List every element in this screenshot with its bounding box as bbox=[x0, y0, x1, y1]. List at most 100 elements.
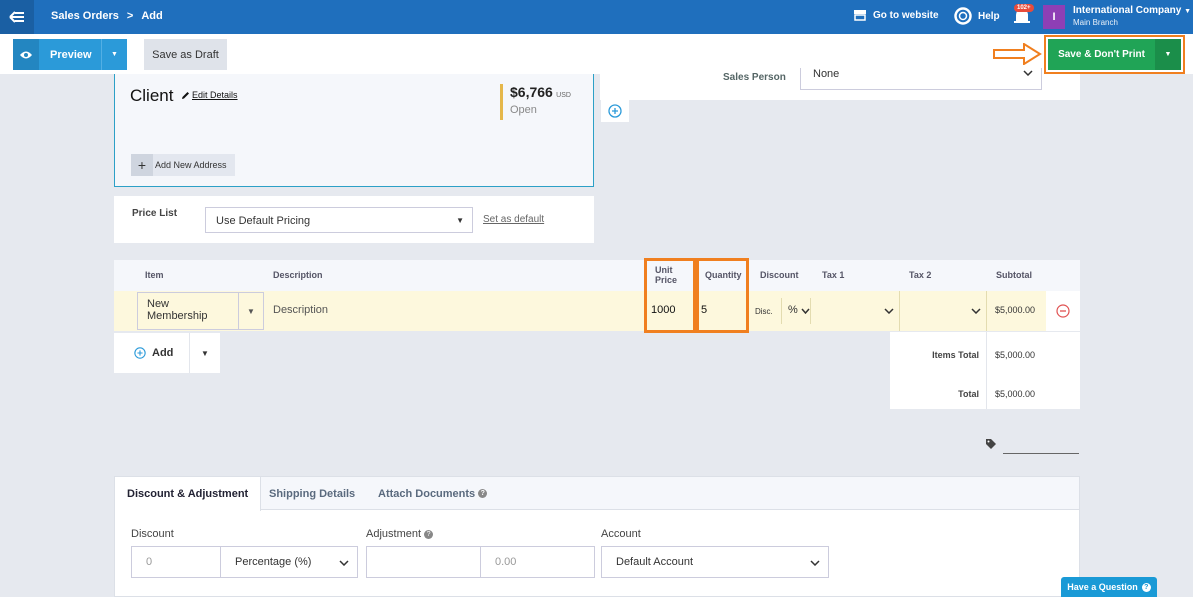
tax1-select[interactable] bbox=[814, 291, 900, 331]
items-table-header: Item Description Unit Price Quantity Dis… bbox=[114, 260, 1080, 291]
account-label: Account bbox=[601, 528, 641, 540]
items-total-row: Items Total $5,000.00 bbox=[890, 332, 1080, 370]
add-line-control: Add ▼ bbox=[114, 333, 220, 373]
discount-type-dropdown-value: Percentage (%) bbox=[235, 556, 312, 568]
edit-details-link[interactable]: Edit Details bbox=[181, 90, 238, 100]
item-select[interactable]: New Membership bbox=[137, 292, 239, 330]
total-value: $5,000.00 bbox=[995, 389, 1036, 399]
add-line-button[interactable]: Add bbox=[114, 333, 190, 373]
items-table: Item Description Unit Price Quantity Dis… bbox=[114, 260, 1080, 331]
lifebuoy-icon bbox=[954, 7, 972, 25]
discount-type-dropdown[interactable]: Percentage (%) bbox=[220, 546, 358, 578]
header-subtotal: Subtotal bbox=[996, 270, 1032, 280]
chevron-down-icon bbox=[1023, 70, 1033, 76]
breadcrumb-separator: > bbox=[126, 10, 134, 22]
adjustment-label-input[interactable] bbox=[366, 546, 481, 578]
discount-input[interactable]: Disc. bbox=[755, 307, 773, 316]
notifications-button[interactable]: 102+ bbox=[1012, 4, 1034, 31]
caret-down-icon: ▼ bbox=[1184, 8, 1192, 15]
total-row: Total $5,000.00 bbox=[890, 371, 1080, 409]
tab-shipping-details[interactable]: Shipping Details bbox=[257, 477, 367, 510]
help-circle-icon: ? bbox=[478, 489, 488, 498]
adjustment-label-text: Adjustment bbox=[366, 528, 422, 540]
sales-person-select[interactable]: None bbox=[800, 68, 1042, 90]
company-switcher[interactable]: I International Company ▼ Main Branch bbox=[1043, 5, 1191, 29]
set-as-default-link[interactable]: Set as default bbox=[483, 214, 544, 225]
item-dropdown-toggle[interactable]: ▼ bbox=[239, 292, 264, 330]
price-list-value: Use Default Pricing bbox=[216, 215, 311, 227]
table-row: New Membership ▼ Description 1000 5 Disc… bbox=[114, 291, 1080, 331]
add-line-label: Add bbox=[152, 347, 174, 359]
save-as-draft-button[interactable]: Save as Draft bbox=[144, 39, 227, 70]
help-circle-icon: ? bbox=[424, 529, 434, 539]
sales-person-value: None bbox=[813, 68, 840, 80]
minus-circle-icon bbox=[1056, 304, 1070, 318]
plus-circle-icon bbox=[134, 347, 146, 359]
pencil-icon bbox=[182, 91, 189, 99]
have-a-question-button[interactable]: Have a Question ? bbox=[1061, 577, 1157, 597]
header-item: Item bbox=[145, 270, 164, 280]
store-icon bbox=[854, 10, 866, 21]
discount-type-select[interactable]: % bbox=[781, 298, 811, 324]
description-input[interactable]: Description bbox=[273, 304, 328, 316]
add-new-address-label: Add New Address bbox=[155, 160, 227, 170]
header-tax1: Tax 1 bbox=[822, 270, 845, 280]
help-link[interactable]: Help bbox=[954, 7, 1000, 25]
top-navigation-bar: Sales Orders > Add Go to website Help 10… bbox=[0, 0, 1193, 34]
discount-amount-input[interactable]: 0 bbox=[131, 546, 221, 578]
adjustment-amount-input[interactable]: 0.00 bbox=[480, 546, 595, 578]
caret-down-icon: ▼ bbox=[456, 216, 464, 225]
tags-field[interactable] bbox=[985, 438, 1079, 454]
client-balance: $6,766 USD Open bbox=[500, 84, 571, 120]
save-options-dropdown[interactable]: ▼ bbox=[1155, 39, 1181, 70]
tax2-select[interactable] bbox=[901, 291, 987, 331]
tab-attach-documents[interactable]: Attach Documents ? bbox=[366, 477, 499, 510]
plus-icon: + bbox=[131, 154, 153, 176]
tab-discount-adjustment[interactable]: Discount & Adjustment bbox=[115, 477, 262, 511]
total-label: Total bbox=[958, 389, 979, 399]
chevron-down-icon bbox=[339, 560, 349, 566]
client-title: Client bbox=[130, 86, 174, 105]
discount-label: Discount bbox=[131, 528, 174, 540]
save-dont-print-button[interactable]: Save & Don't Print bbox=[1048, 39, 1155, 70]
add-line-dropdown[interactable]: ▼ bbox=[190, 333, 220, 373]
plus-circle-icon bbox=[608, 104, 622, 118]
price-list-label: Price List bbox=[132, 208, 178, 219]
notification-badge: 102+ bbox=[1014, 4, 1034, 12]
quantity-highlight bbox=[696, 258, 749, 333]
price-list-select[interactable]: Use Default Pricing ▼ bbox=[205, 207, 473, 233]
chevron-down-icon bbox=[801, 308, 810, 314]
adjustment-label: Adjustment ? bbox=[366, 528, 434, 540]
add-new-address-button[interactable]: + Add New Address bbox=[131, 154, 235, 176]
caret-down-icon: ▼ bbox=[1164, 51, 1172, 58]
sales-person-field: Sales Person None bbox=[600, 68, 1080, 100]
help-circle-icon: ? bbox=[1141, 582, 1151, 592]
preview-button[interactable]: Preview ▼ bbox=[13, 39, 127, 70]
balance-status: Open bbox=[510, 104, 537, 116]
balance-amount: $6,766 bbox=[510, 84, 553, 100]
totals-panel: Items Total $5,000.00 Total $5,000.00 bbox=[890, 332, 1080, 409]
save-dont-print-highlight: Save & Don't Print ▼ bbox=[1044, 35, 1185, 74]
breadcrumb-current: Add bbox=[141, 10, 163, 22]
remove-row-button[interactable] bbox=[1046, 291, 1080, 331]
discount-type-value: % bbox=[788, 304, 798, 316]
account-select[interactable]: Default Account bbox=[601, 546, 829, 578]
details-tabs-panel: Discount & Adjustment Shipping Details A… bbox=[114, 476, 1080, 597]
breadcrumb-sales-orders[interactable]: Sales Orders bbox=[51, 10, 119, 22]
account-value: Default Account bbox=[616, 556, 694, 568]
row-subtotal: $5,000.00 bbox=[995, 305, 1036, 315]
menu-back-icon bbox=[9, 11, 24, 23]
tags-icon bbox=[986, 439, 996, 449]
go-to-website-label: Go to website bbox=[873, 9, 939, 21]
edit-details-label: Edit Details bbox=[192, 90, 238, 100]
add-field-button[interactable] bbox=[601, 100, 629, 122]
eye-icon bbox=[13, 39, 39, 70]
preview-dropdown-toggle[interactable]: ▼ bbox=[101, 39, 127, 70]
unit-price-highlight bbox=[644, 258, 696, 333]
tab-bar: Discount & Adjustment Shipping Details A… bbox=[115, 477, 1079, 511]
items-total-label: Items Total bbox=[932, 350, 979, 360]
sales-person-label: Sales Person bbox=[723, 72, 786, 83]
back-button[interactable] bbox=[0, 0, 34, 34]
tags-input[interactable] bbox=[1003, 438, 1079, 454]
go-to-website-link[interactable]: Go to website bbox=[853, 9, 939, 21]
